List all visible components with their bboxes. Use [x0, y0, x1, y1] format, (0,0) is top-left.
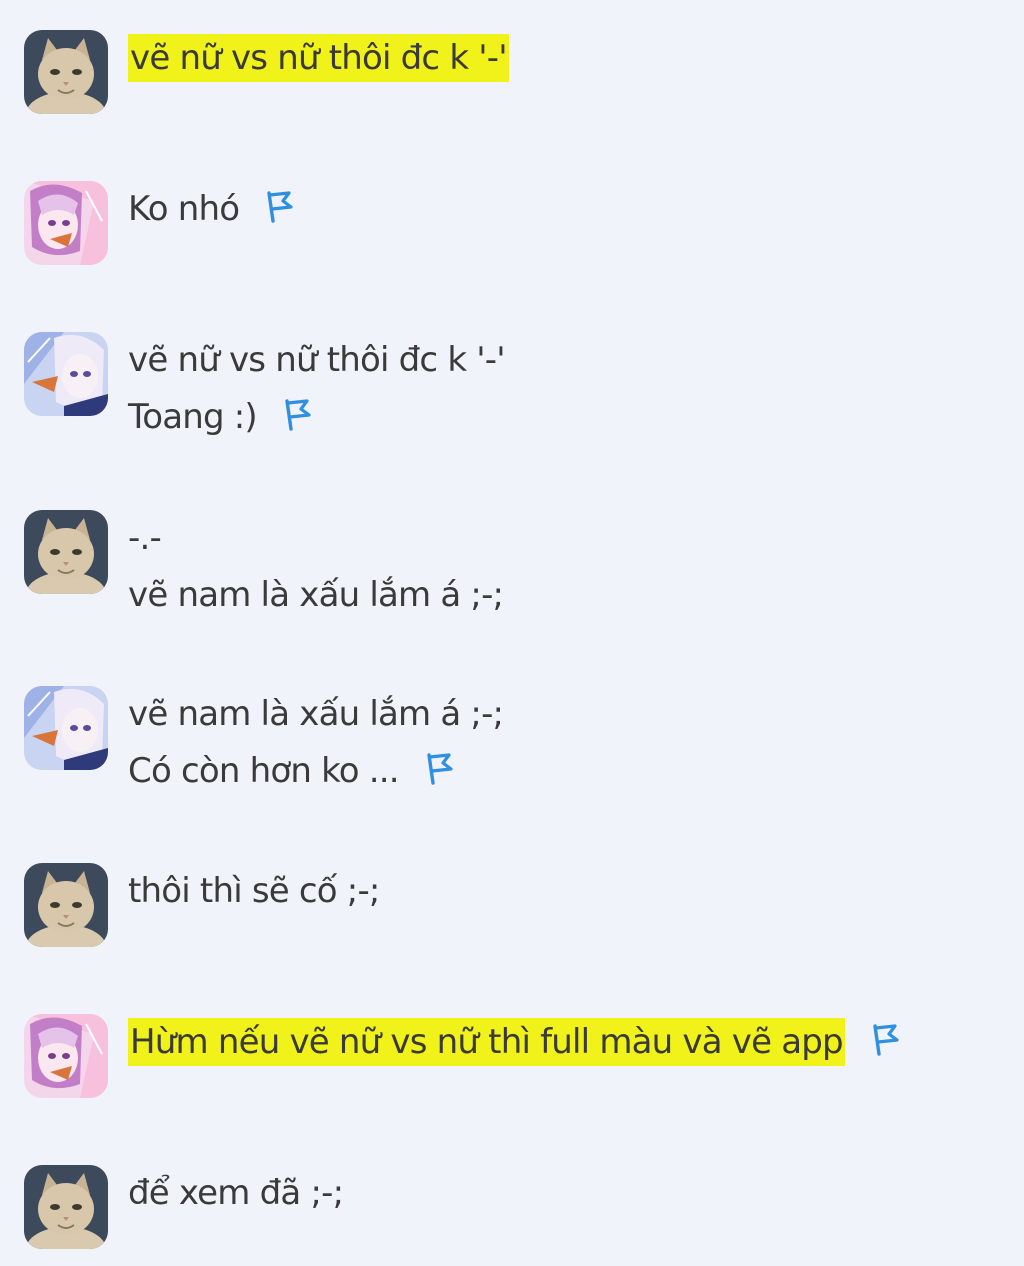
message-text: -.-: [128, 518, 162, 558]
message-text: vẽ nam là xấu lắm á ;-;: [128, 694, 504, 734]
chat-log: vẽ nữ vs nữ thôi đc k '-' Ko nhó vẽ nữ v…: [0, 0, 1024, 1266]
cat-avatar-icon: [24, 863, 108, 947]
avatar-anime[interactable]: [24, 181, 108, 265]
anime-girl-avatar-icon: [24, 332, 108, 416]
message-text: vẽ nữ vs nữ thôi đc k '-': [128, 34, 509, 82]
message-line: Ko nhó: [128, 181, 1004, 238]
anime-girl-avatar-icon: [24, 1014, 108, 1098]
avatar-cat[interactable]: [24, 510, 108, 594]
avatar-cat[interactable]: [24, 863, 108, 947]
message-line: Toang :): [128, 389, 1004, 446]
flag-icon[interactable]: [261, 189, 297, 225]
message-line: thôi thì sẽ cố ;-;: [128, 863, 1004, 920]
message-line: -.-: [128, 510, 1004, 567]
flag-icon[interactable]: [867, 1022, 903, 1058]
message-text: để xem đã ;-;: [128, 1173, 344, 1213]
message-text: thôi thì sẽ cố ;-;: [128, 871, 380, 911]
flag-icon[interactable]: [279, 397, 315, 433]
message-text: Có còn hơn ko ...: [128, 751, 400, 791]
message-text: Hừm nếu vẽ nữ vs nữ thì full màu và vẽ a…: [128, 1018, 845, 1066]
message-text: vẽ nam là xấu lắm á ;-;: [128, 575, 504, 615]
avatar-anime-blue[interactable]: [24, 332, 108, 416]
flag-icon[interactable]: [421, 751, 457, 787]
message-line: để xem đã ;-;: [128, 1165, 1004, 1222]
avatar-anime-blue[interactable]: [24, 686, 108, 770]
message-text: Ko nhó: [128, 189, 240, 229]
avatar-cat[interactable]: [24, 30, 108, 114]
message-line: Hừm nếu vẽ nữ vs nữ thì full màu và vẽ a…: [128, 1014, 1004, 1071]
cat-avatar-icon: [24, 30, 108, 114]
avatar-cat[interactable]: [24, 1165, 108, 1249]
cat-avatar-icon: [24, 510, 108, 594]
message-text: Toang :): [128, 397, 258, 437]
message-line: vẽ nam là xấu lắm á ;-;: [128, 567, 1004, 624]
message-text: vẽ nữ vs nữ thôi đc k '-': [128, 340, 506, 380]
anime-girl-avatar-icon: [24, 686, 108, 770]
cat-avatar-icon: [24, 1165, 108, 1249]
message-line: Có còn hơn ko ...: [128, 743, 1004, 800]
message-line: vẽ nữ vs nữ thôi đc k '-': [128, 332, 1004, 389]
message-line: vẽ nữ vs nữ thôi đc k '-': [128, 30, 1004, 87]
message-line: vẽ nam là xấu lắm á ;-;: [128, 686, 1004, 743]
avatar-anime[interactable]: [24, 1014, 108, 1098]
anime-girl-avatar-icon: [24, 181, 108, 265]
